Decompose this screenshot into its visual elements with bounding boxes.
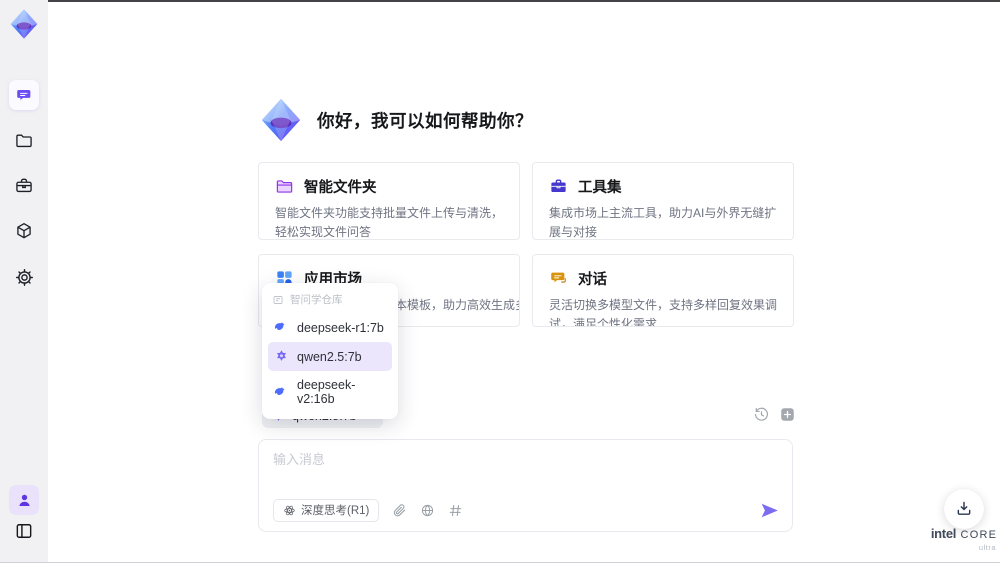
greeting: 你好，我可以如何帮助你？ [258, 97, 533, 143]
card-title: 智能文件夹 [304, 180, 377, 196]
settings-gear-icon [15, 268, 33, 286]
greeting-title: 你好，我可以如何帮助你？ [317, 110, 533, 131]
model-option-label: qwen2.5:7b [297, 349, 362, 364]
card-title: 工具集 [578, 180, 622, 196]
sidebar-item-folders[interactable] [9, 126, 39, 156]
new-chat-icon[interactable] [779, 406, 796, 423]
user-icon [18, 494, 30, 506]
message-composer: 深度思考(R1) [258, 439, 793, 532]
card-dialogue[interactable]: 对话 灵活切换多模型文件，支持多样回复效果调试，满足个性化需求 [532, 254, 794, 327]
model-dropdown-header-label: 智问学仓库 [290, 294, 343, 306]
chat-icon [16, 89, 30, 100]
card-description: 灵活切换多模型文件，支持多样回复效果调试，满足个性化需求 [549, 298, 778, 327]
model-option-label: deepseek-v2:16b [297, 378, 356, 406]
sidebar-collapse-button[interactable] [9, 516, 39, 546]
qwen-icon [277, 350, 286, 361]
history-icon[interactable] [753, 406, 770, 423]
sidebar-item-chat[interactable] [9, 80, 39, 110]
conversation-actions [753, 406, 796, 423]
panel-icon [16, 524, 32, 538]
sidebar [0, 0, 48, 562]
send-icon[interactable] [759, 500, 780, 521]
card-toolset[interactable]: 工具集 集成市场上主流工具，助力AI与外界无缝扩展与对接 [532, 162, 794, 240]
atom-icon [284, 505, 295, 515]
toolbox-filled-icon [551, 179, 566, 193]
folder-icon [16, 134, 32, 148]
model-option-label: deepseek-r1:7b [297, 320, 384, 335]
card-title: 对话 [578, 272, 607, 288]
dialogue-icon [551, 272, 566, 283]
globe-icon[interactable] [420, 503, 435, 518]
model-dropdown-header: 智问学仓库 [268, 289, 392, 313]
attachment-icon[interactable] [392, 503, 407, 518]
deep-think-label: 深度思考(R1) [301, 505, 370, 517]
model-option-deepseek-r1[interactable]: deepseek-r1:7b [268, 313, 392, 342]
download-button[interactable] [944, 489, 984, 529]
sidebar-item-settings[interactable] [9, 262, 39, 292]
hash-icon[interactable] [448, 503, 463, 518]
sidebar-item-account[interactable] [9, 485, 39, 515]
smart-folder-icon [276, 180, 293, 193]
sidebar-item-models[interactable] [9, 216, 39, 246]
model-option-deepseek-v2[interactable]: deepseek-v2:16b [268, 371, 392, 413]
composer-toolbar: 深度思考(R1) [273, 498, 780, 522]
repo-icon [273, 295, 283, 304]
sidebar-item-tools[interactable] [9, 171, 39, 201]
gem-logo-icon [10, 9, 38, 39]
core-wordmark: core [960, 529, 998, 541]
card-description: 集成市场上主流工具，助力AI与外界无缝扩展与对接 [549, 206, 777, 239]
message-input[interactable] [273, 449, 773, 491]
intel-core-badge: intel core ultra [928, 526, 1000, 552]
series-label: ultra [978, 543, 996, 552]
gem-logo-icon [261, 98, 301, 142]
deepseek-icon [274, 386, 285, 395]
intel-wordmark: intel [930, 526, 957, 541]
model-dropdown: 智问学仓库 deepseek-r1:7b qwen2.5:7b deepseek… [262, 283, 398, 419]
toolbox-icon [16, 178, 32, 193]
deep-think-toggle[interactable]: 深度思考(R1) [273, 498, 380, 522]
cube-icon [17, 223, 31, 239]
card-description: 智能文件夹功能支持批量文件上传与清洗，轻松实现文件问答 [275, 206, 504, 239]
deepseek-icon [274, 322, 285, 331]
app-window: 你好，我可以如何帮助你？ 智能文件夹 智能文件夹功能支持批量文件上传与清洗，轻松… [0, 0, 1000, 563]
model-option-qwen[interactable]: qwen2.5:7b [268, 342, 392, 371]
card-smart-folder[interactable]: 智能文件夹 智能文件夹功能支持批量文件上传与清洗，轻松实现文件问答 [258, 162, 520, 240]
download-icon [957, 501, 971, 515]
main-content: 你好，我可以如何帮助你？ 智能文件夹 智能文件夹功能支持批量文件上传与清洗，轻松… [48, 0, 1000, 562]
app-logo[interactable] [8, 8, 40, 40]
